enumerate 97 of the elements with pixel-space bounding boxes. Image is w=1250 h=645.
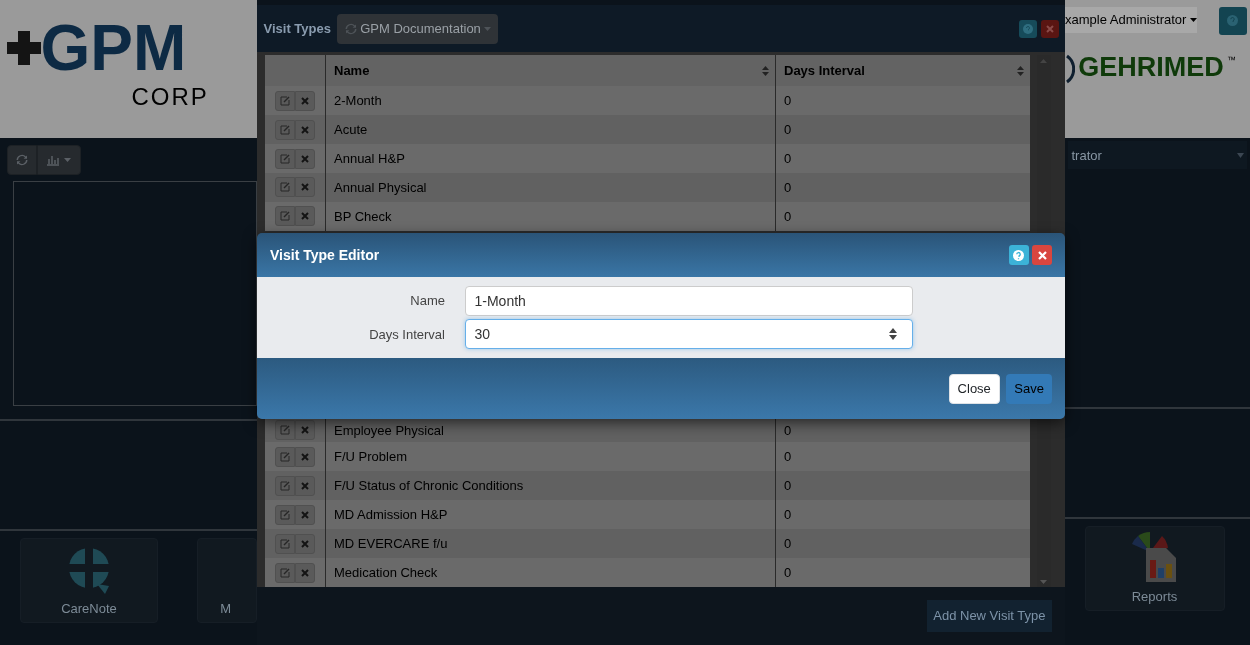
edit-button[interactable]	[275, 446, 295, 467]
edit-icon	[280, 124, 290, 135]
edit-button[interactable]	[275, 177, 295, 198]
delete-button[interactable]	[295, 90, 315, 111]
edit-button[interactable]	[275, 562, 295, 583]
help-icon	[1023, 23, 1034, 34]
text-field[interactable]: 1-Month	[464, 286, 913, 316]
scroll-down-icon[interactable]	[1040, 579, 1047, 584]
add-button[interactable]: Add New Visit Type	[926, 600, 1052, 632]
delete-icon	[301, 426, 309, 435]
edit-icon	[280, 153, 290, 164]
user-menu[interactable]: xample Administrator	[1065, 6, 1197, 33]
delete-button[interactable]	[295, 148, 315, 169]
delete-icon	[301, 539, 309, 548]
sort-icon	[761, 65, 769, 76]
save-button[interactable]: Save	[1006, 373, 1052, 404]
table-cell: 0	[775, 144, 1030, 173]
refresh-button[interactable]	[6, 144, 37, 175]
caret-icon	[63, 157, 71, 162]
edit-icon	[280, 567, 290, 578]
delete-button[interactable]	[295, 420, 315, 441]
caret-icon	[1189, 17, 1197, 22]
help-icon	[1013, 249, 1025, 261]
source-dropdown[interactable]: GPM Documentation	[337, 13, 498, 44]
table-cell: BP Check	[325, 201, 775, 231]
delete-icon	[301, 212, 309, 221]
caret-icon	[484, 26, 492, 31]
edit-icon	[280, 509, 290, 520]
app-tile[interactable]: Reports	[1084, 525, 1225, 611]
delete-button[interactable]	[295, 562, 315, 583]
spinner-icon[interactable]	[888, 328, 897, 341]
help-button[interactable]	[1008, 245, 1029, 265]
delete-button[interactable]	[295, 475, 315, 496]
chart-menu-button[interactable]	[36, 144, 81, 175]
delete-button[interactable]	[295, 504, 315, 525]
help-icon	[1227, 15, 1239, 26]
trademark-text: ™	[1227, 54, 1236, 67]
edit-icon	[280, 425, 290, 436]
field-label: Name	[409, 292, 445, 311]
edit-button[interactable]	[275, 206, 295, 227]
edit-icon	[280, 95, 290, 106]
table-cell: 0	[775, 173, 1030, 202]
logo-subtitle: CORP	[131, 82, 209, 113]
edit-button[interactable]	[275, 148, 295, 169]
number-field[interactable]: 30	[464, 319, 913, 350]
role-select[interactable]: trator	[1068, 141, 1247, 170]
table-cell: Annual Physical	[325, 173, 775, 202]
edit-button[interactable]	[275, 119, 295, 140]
caret-icon	[1236, 152, 1244, 158]
close-button[interactable]	[1032, 245, 1052, 265]
field-label: Days Interval	[368, 325, 445, 344]
edit-icon	[280, 480, 290, 491]
close-icon	[1045, 24, 1054, 33]
sort-icon	[1016, 65, 1024, 76]
window-title: Visit Types	[263, 19, 331, 38]
edit-icon	[280, 211, 290, 222]
delete-icon	[301, 154, 309, 163]
tile-label: CareNote	[61, 599, 117, 618]
edit-button[interactable]	[275, 533, 295, 554]
refresh-icon	[343, 22, 357, 35]
refresh-icon	[14, 152, 29, 167]
delete-icon	[301, 510, 309, 519]
table-cell: 0	[775, 201, 1030, 231]
close-button[interactable]	[1040, 19, 1059, 38]
table-cell: Annual H&P	[325, 144, 775, 173]
edit-icon	[280, 538, 290, 549]
tile-label: Reports	[1131, 588, 1178, 606]
delete-icon	[301, 452, 309, 461]
bar-chart-icon	[46, 153, 61, 166]
app-tile[interactable]: M	[197, 537, 257, 623]
app-tile[interactable]: CareNote	[19, 537, 159, 623]
delete-button[interactable]	[295, 177, 315, 198]
close-button[interactable]: Close	[948, 373, 1000, 404]
edit-button[interactable]	[275, 504, 295, 525]
dialog-title: Visit Type Editor	[270, 245, 380, 265]
help-button[interactable]	[1218, 6, 1247, 35]
delete-icon	[301, 481, 309, 490]
delete-button[interactable]	[295, 446, 315, 467]
delete-button[interactable]	[295, 119, 315, 140]
logo-text: GPM	[40, 13, 187, 84]
delete-button[interactable]	[295, 206, 315, 227]
edit-button[interactable]	[275, 420, 295, 441]
logo-text: GEHRIMED	[1078, 54, 1224, 81]
close-icon	[1037, 250, 1047, 260]
edit-icon	[280, 451, 290, 462]
plus-icon	[6, 31, 41, 66]
edit-button[interactable]	[275, 475, 295, 496]
delete-icon	[301, 125, 309, 134]
delete-icon	[301, 568, 309, 577]
delete-icon	[301, 183, 309, 192]
delete-button[interactable]	[295, 533, 315, 554]
edit-button[interactable]	[275, 90, 295, 111]
delete-icon	[301, 96, 309, 105]
help-button[interactable]	[1019, 19, 1038, 38]
tile-label: M	[220, 599, 231, 618]
logo-arc-icon	[1065, 54, 1075, 84]
edit-icon	[280, 182, 290, 193]
